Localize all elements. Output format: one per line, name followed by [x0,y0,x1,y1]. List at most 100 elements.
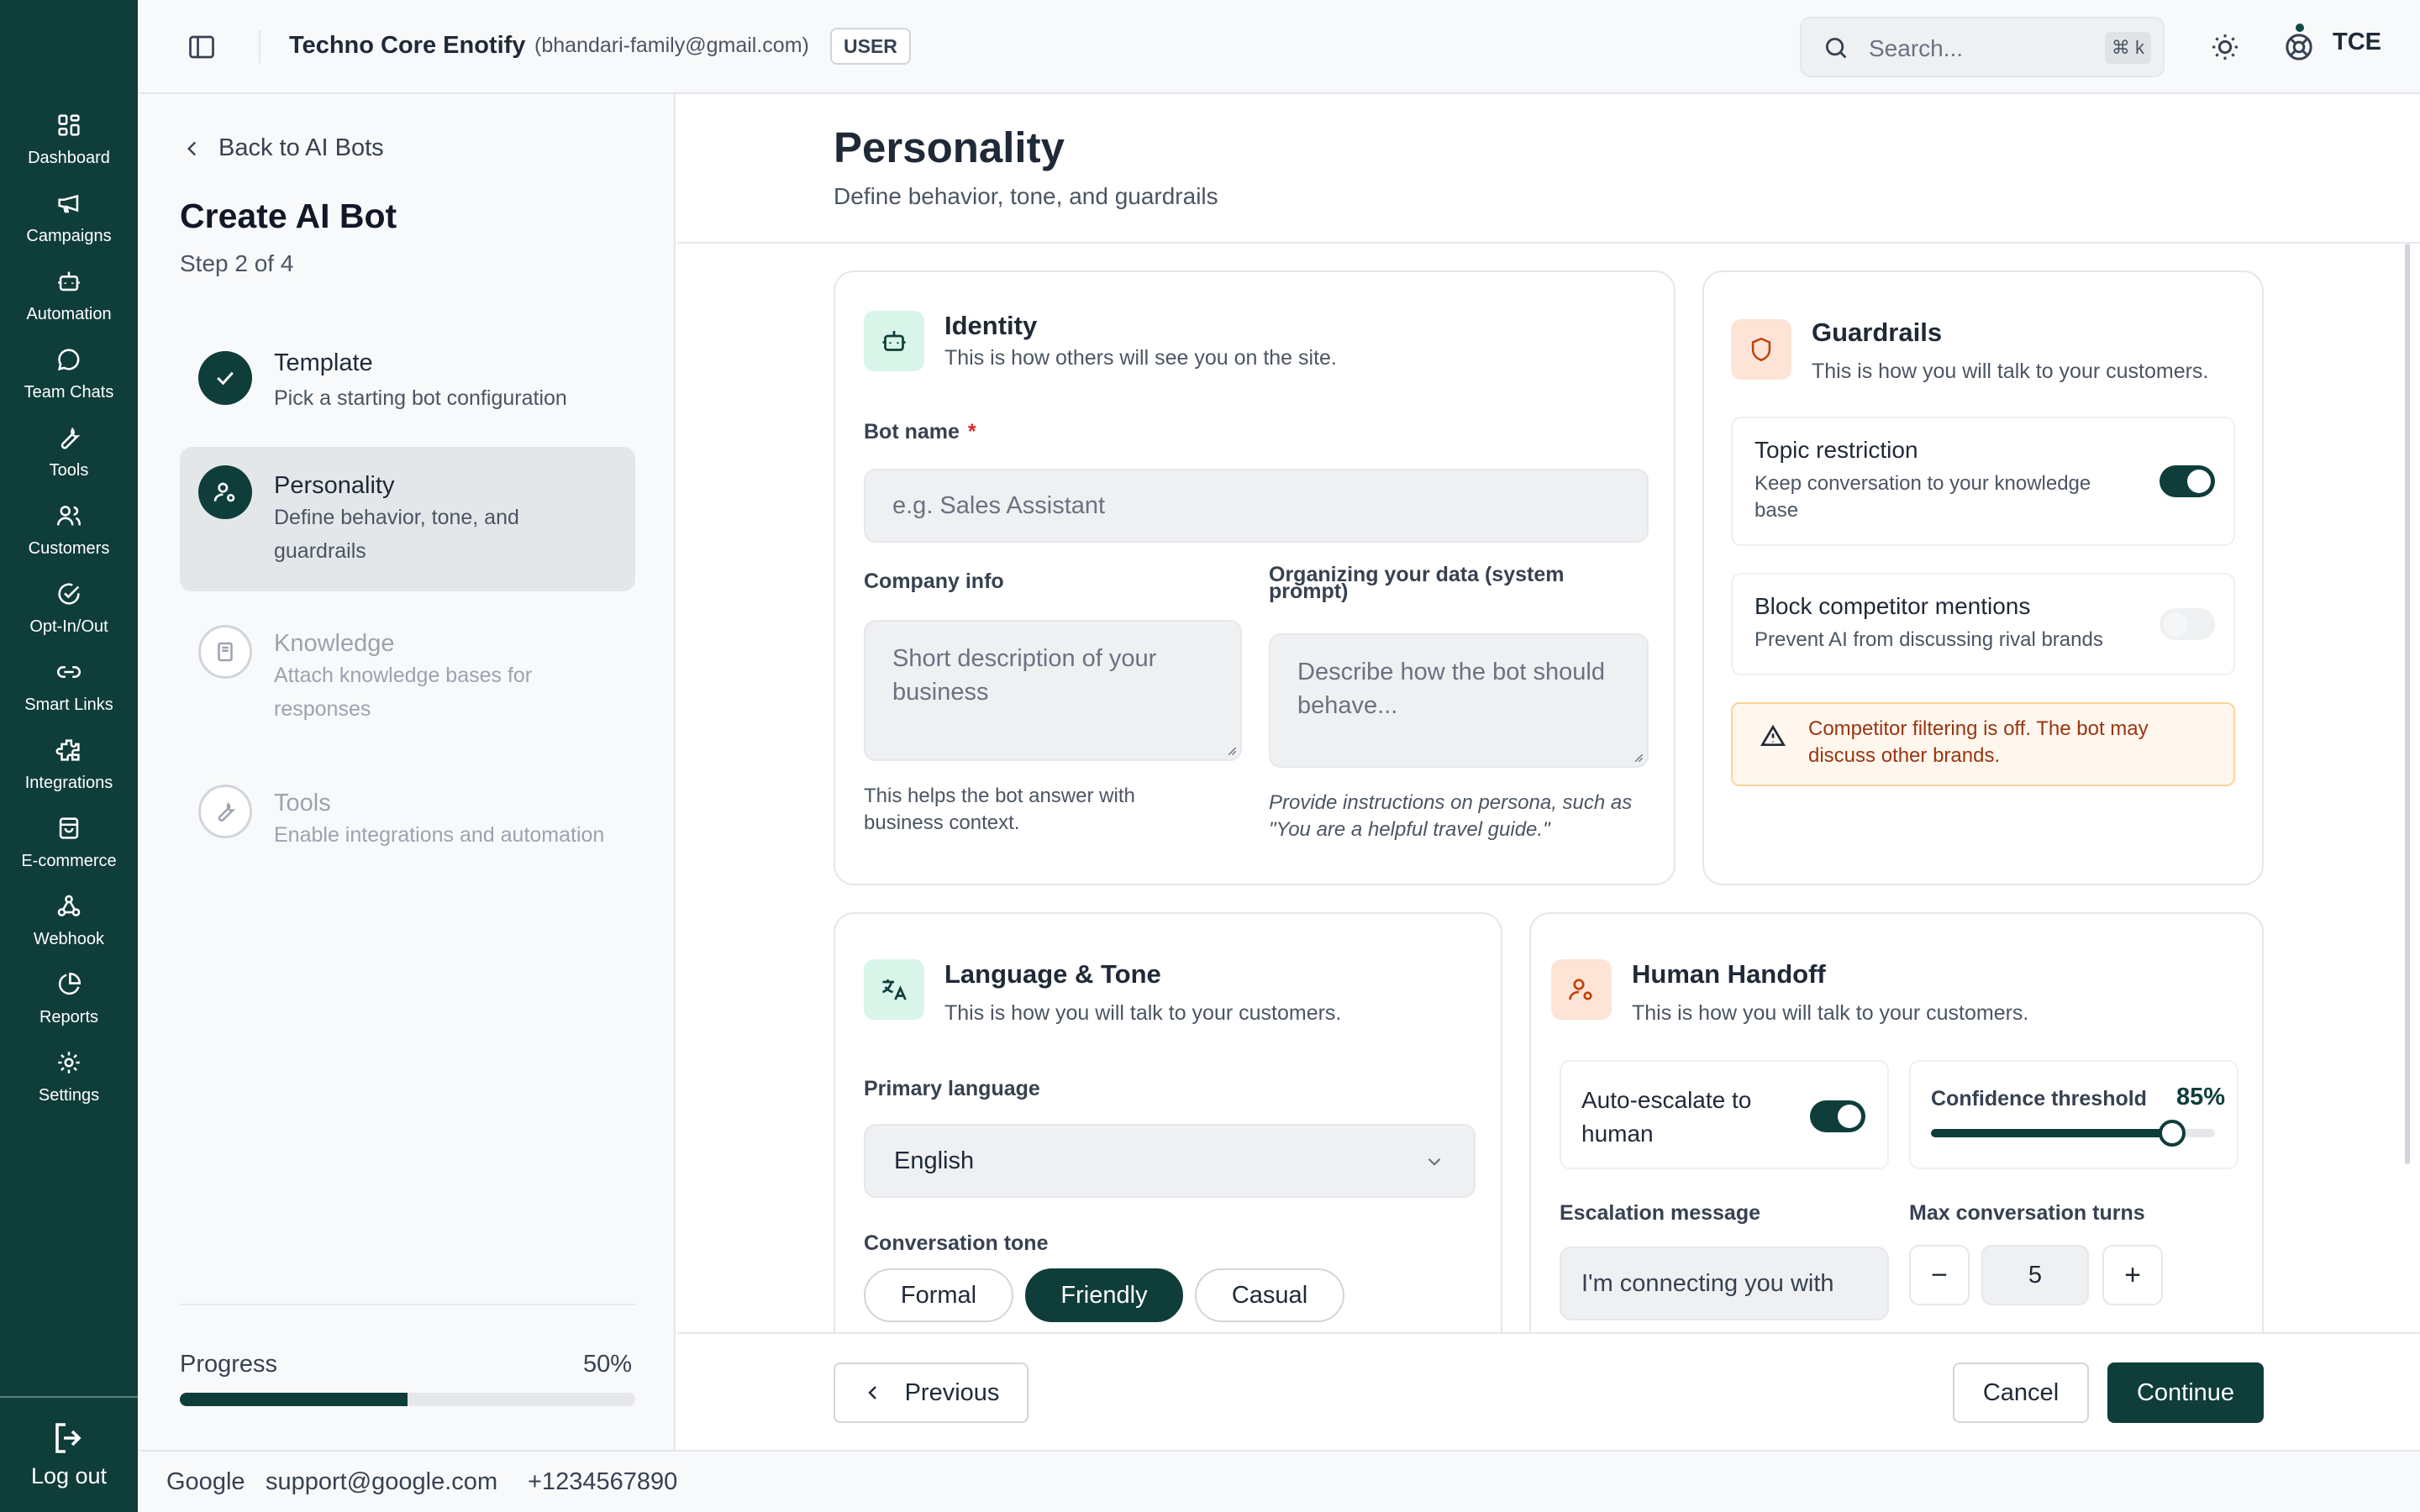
max-turns-label: Max conversation turns [1909,1201,2145,1225]
nav-item-integrations[interactable]: Integrations [0,736,138,810]
nav-item-webhook[interactable]: Webhook [0,892,138,966]
top-header: Techno Core Enotify (bhandari-family@gma… [138,0,2420,94]
tone-option-casual[interactable]: Casual [1195,1268,1344,1322]
competitor-warning-alert: Competitor filtering is off. The bot may… [1731,702,2235,786]
confidence-threshold-label: Confidence threshold [1931,1087,2147,1110]
bot-name-placeholder: e.g. Sales Assistant [892,491,1106,519]
card-title: Human Handoff [1632,959,1826,989]
shield-icon [1751,337,1771,362]
decrement-button[interactable]: − [1909,1245,1970,1305]
nav-label: Opt-In/Out [29,617,108,636]
back-to-ai-bots-link[interactable]: Back to AI Bots [182,134,384,162]
company-info-textarea[interactable]: Short description of your business [864,620,1242,761]
nav-item-dashboard[interactable]: Dashboard [0,111,138,185]
bot-icon [58,271,80,291]
nav-label: Tools [49,461,89,480]
search-input[interactable]: Search... ⌘ k [1800,17,2165,77]
identity-icon-badge [864,311,924,371]
step-pending-badge [198,785,252,838]
check-icon [217,371,234,386]
card-title: Guardrails [1812,318,1943,347]
back-label: Back to AI Bots [218,134,384,161]
confidence-threshold-row: Confidence threshold 85% [1909,1060,2238,1169]
page-header: Personality Define behavior, tone, and g… [677,94,2420,244]
footer-phone[interactable]: +1234567890 [528,1468,677,1496]
required-marker: * [967,420,976,444]
webhook-icon [57,895,81,916]
nav-label: Automation [26,305,112,323]
nav-label: Dashboard [28,149,110,167]
translate-icon [881,979,907,1000]
nav-item-smart-links[interactable]: Smart Links [0,658,138,732]
book-icon [218,642,233,662]
toggle-knob [1838,1105,1861,1128]
slider-handle[interactable] [2159,1120,2186,1147]
topic-restriction-desc: Keep conversation to your knowledge base [1754,472,2091,522]
nav-item-automation[interactable]: Automation [0,267,138,341]
nav-item-e-commerce[interactable]: E-commerce [0,814,138,888]
sidebar-toggle-icon[interactable] [187,32,217,62]
users-icon [56,506,82,526]
toggle-knob [2187,470,2211,493]
tone-option-formal[interactable]: Formal [864,1268,1013,1322]
previous-button[interactable]: Previous [834,1362,1028,1423]
nav-item-team-chats[interactable]: Team Chats [0,345,138,419]
check-circle-icon [58,583,80,605]
step-title: Knowledge [274,630,395,657]
plus-icon: + [2124,1258,2141,1291]
continue-button[interactable]: Continue [2107,1362,2264,1423]
step-title: Personality [274,472,395,499]
primary-language-select[interactable]: English [864,1124,1476,1198]
topic-restriction-row: Topic restriction Keep conversation to y… [1731,417,2235,546]
slider-fill [1931,1129,2173,1137]
primary-language-label: Primary language [864,1077,1040,1100]
nav-item-opt-in-out[interactable]: Opt-In/Out [0,580,138,654]
megaphone-icon [58,194,79,213]
topic-restriction-toggle[interactable] [2160,465,2215,497]
search-placeholder: Search... [1869,35,1964,61]
pie-chart-icon [58,972,82,995]
system-prompt-textarea[interactable]: Describe how the bot should behave... [1269,633,1649,768]
footer-email[interactable]: support@google.com [266,1468,497,1496]
nav-item-customers[interactable]: Customers [0,501,138,575]
theme-toggle-icon[interactable] [2208,30,2242,64]
step-active-badge [198,465,252,519]
card-title: Identity [944,311,1038,340]
wrench-icon [60,427,81,449]
step-complete-badge [198,351,252,405]
logout-button[interactable]: Log out [0,1396,138,1512]
nav-item-settings[interactable]: Settings [0,1048,138,1122]
toggle-knob [2164,612,2187,636]
bot-icon [882,331,906,351]
cancel-button[interactable]: Cancel [1953,1362,2089,1423]
increment-button[interactable]: + [2102,1245,2163,1305]
max-turns-input[interactable]: 5 [1981,1245,2089,1305]
system-prompt-help: Provide instructions on persona, such as… [1269,791,1633,841]
logout-label: Log out [30,1463,108,1488]
step-template[interactable]: Template Pick a starting bot configurati… [180,329,635,438]
auto-escalate-toggle[interactable] [1810,1100,1865,1132]
block-competitor-toggle[interactable] [2160,608,2215,640]
avatar[interactable]: TCE [2333,29,2381,56]
step-title: Tools [274,790,331,816]
scrollbar[interactable] [2405,244,2410,1164]
escalation-message-input[interactable]: I'm connecting you with [1560,1247,1889,1320]
card-subtitle: This is how you will talk to your custom… [1812,360,2209,383]
step-desc: Enable integrations and automation [274,823,605,847]
nav-item-campaigns[interactable]: Campaigns [0,189,138,263]
escalation-message-label: Escalation message [1560,1201,1761,1225]
card-title: Language & Tone [944,959,1161,989]
bot-name-input[interactable]: e.g. Sales Assistant [864,469,1649,543]
step-tools[interactable]: Tools Enable integrations and automation [180,763,635,864]
support-icon[interactable] [2282,30,2316,64]
nav-item-reports[interactable]: Reports [0,970,138,1044]
nav-item-tools[interactable]: Tools [0,423,138,497]
resize-handle-icon [1228,747,1237,756]
handoff-icon-badge [1551,959,1612,1020]
footer-company: Google [166,1468,245,1495]
nav-label: Customers [28,539,110,558]
progress-value: 50% [583,1351,633,1378]
step-knowledge[interactable]: Knowledge Attach knowledge bases for res… [180,603,635,754]
step-personality[interactable]: Personality Define behavior, tone, and g… [180,447,635,591]
tone-option-friendly[interactable]: Friendly [1025,1268,1183,1322]
